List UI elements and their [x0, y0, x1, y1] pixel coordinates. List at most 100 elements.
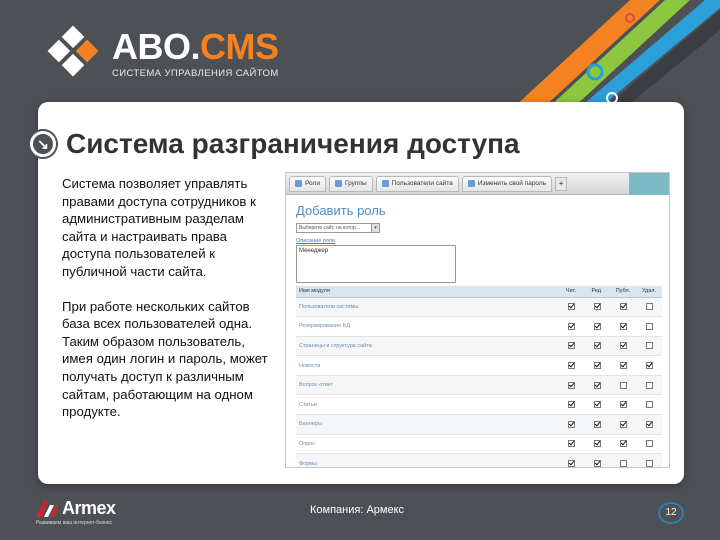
- permission-checkbox-checked[interactable]: [645, 362, 653, 370]
- permission-checkbox-unchecked[interactable]: [645, 460, 653, 467]
- table-row: Пользователи системы: [296, 297, 662, 318]
- role-name-field[interactable]: Менеджер: [296, 245, 456, 283]
- permission-cell: [610, 297, 636, 318]
- logo-title: ABO.CMS: [112, 26, 279, 67]
- permission-checkbox-checked[interactable]: [567, 342, 575, 350]
- permission-checkbox-checked[interactable]: [567, 381, 575, 389]
- role-name-label: Описание роли: [296, 238, 336, 244]
- table-row: Резервирование БД: [296, 316, 662, 337]
- tab-site-users[interactable]: Пользователи сайта: [375, 175, 459, 192]
- groups-icon: [334, 180, 342, 187]
- tab-change-password[interactable]: Изменить свой пароль: [461, 175, 553, 192]
- permission-checkbox-checked[interactable]: [593, 322, 601, 330]
- table-row: Новости: [296, 355, 662, 376]
- col-module: Имя модуля: [296, 286, 558, 298]
- permission-checkbox-unchecked[interactable]: [619, 460, 627, 467]
- module-name: Новости: [296, 355, 558, 376]
- key-icon: [467, 180, 475, 187]
- permission-cell: [636, 355, 662, 376]
- permission-checkbox-checked[interactable]: [593, 460, 601, 467]
- permission-checkbox-checked[interactable]: [619, 420, 627, 428]
- permission-cell: [584, 297, 610, 318]
- permission-cell: [584, 375, 610, 396]
- permission-cell: [636, 297, 662, 318]
- permission-checkbox-checked[interactable]: [593, 440, 601, 448]
- module-name: Вопрос-ответ: [296, 375, 558, 396]
- permission-cell: [610, 316, 636, 337]
- permissions-header-row: Имя модуля Чит. Ред. Публ. Удал.: [296, 286, 662, 298]
- permission-checkbox-unchecked[interactable]: [645, 342, 653, 350]
- table-row: Формы: [296, 453, 662, 467]
- permission-checkbox-unchecked[interactable]: [645, 440, 653, 448]
- permission-checkbox-unchecked[interactable]: [645, 401, 653, 409]
- permission-cell: [584, 355, 610, 376]
- permission-checkbox-checked[interactable]: [619, 440, 627, 448]
- permission-checkbox-checked[interactable]: [567, 440, 575, 448]
- permission-cell: [636, 336, 662, 357]
- permission-cell: [636, 453, 662, 467]
- module-name: Баннеры: [296, 414, 558, 435]
- permission-cell: [558, 316, 584, 337]
- permission-checkbox-checked[interactable]: [619, 303, 627, 311]
- permission-checkbox-checked[interactable]: [619, 342, 627, 350]
- permission-cell: [584, 434, 610, 455]
- table-row: Баннеры: [296, 414, 662, 435]
- permission-checkbox-checked[interactable]: [567, 322, 575, 330]
- logo-diamond-icon: А: [47, 25, 99, 77]
- permission-checkbox-unchecked[interactable]: [645, 322, 653, 330]
- paragraph-2: При работе нескольких сайтов база всех п…: [62, 298, 268, 420]
- permissions-table: Имя модуля Чит. Ред. Публ. Удал. Пользов…: [296, 286, 662, 467]
- armex-mark-icon: [36, 500, 58, 517]
- permission-cell: [558, 355, 584, 376]
- module-name: Опрос: [296, 434, 558, 455]
- tab-roles[interactable]: Роли: [289, 175, 326, 192]
- permission-checkbox-unchecked[interactable]: [619, 381, 627, 389]
- permission-checkbox-checked[interactable]: [567, 420, 575, 428]
- permission-checkbox-checked[interactable]: [593, 401, 601, 409]
- col-delete: Удал.: [636, 286, 662, 298]
- role-editor-screenshot: Роли Группы Пользователи сайта Изменить …: [285, 172, 670, 468]
- permission-cell: [558, 414, 584, 435]
- armex-tagline: Развиваем ваш интернет-бизнес: [36, 520, 113, 526]
- permission-cell: [558, 297, 584, 318]
- logo-subtitle: СИСТЕМА УПРАВЛЕНИЯ САЙТОМ: [112, 68, 279, 79]
- permission-checkbox-checked[interactable]: [593, 303, 601, 311]
- site-select[interactable]: Выберите сайт, на котор... ▾: [296, 223, 380, 233]
- permission-cell: [584, 394, 610, 416]
- permission-cell: [584, 453, 610, 467]
- permission-cell: [558, 394, 584, 416]
- permission-checkbox-unchecked[interactable]: [645, 303, 653, 311]
- col-publish: Публ.: [610, 286, 636, 298]
- permission-checkbox-checked[interactable]: [619, 401, 627, 409]
- permission-checkbox-checked[interactable]: [593, 342, 601, 350]
- permission-cell: [584, 316, 610, 337]
- description-text: Система позволяет управлять правами дост…: [62, 175, 272, 438]
- permission-checkbox-checked[interactable]: [645, 420, 653, 428]
- slide-title: Система разграничения доступа: [66, 128, 520, 159]
- add-tab-button[interactable]: +: [555, 176, 568, 191]
- permission-cell: [584, 336, 610, 357]
- tab-groups[interactable]: Группы: [328, 175, 373, 192]
- permission-checkbox-unchecked[interactable]: [645, 381, 653, 389]
- permission-cell: [558, 336, 584, 357]
- table-row: Статьи: [296, 394, 662, 416]
- permission-checkbox-checked[interactable]: [567, 362, 575, 370]
- permission-checkbox-checked[interactable]: [567, 401, 575, 409]
- permission-checkbox-checked[interactable]: [593, 362, 601, 370]
- page-number: 12: [658, 502, 684, 524]
- col-read: Чит.: [558, 286, 584, 298]
- permission-checkbox-checked[interactable]: [567, 303, 575, 311]
- permission-cell: [636, 434, 662, 455]
- table-row: Вопрос-ответ: [296, 375, 662, 396]
- permission-checkbox-checked[interactable]: [619, 322, 627, 330]
- permission-checkbox-checked[interactable]: [619, 362, 627, 370]
- permission-checkbox-checked[interactable]: [593, 420, 601, 428]
- table-row: Опрос: [296, 434, 662, 455]
- permission-checkbox-checked[interactable]: [567, 460, 575, 467]
- permission-cell: [584, 414, 610, 435]
- arrow-circle-icon: ↘: [30, 131, 56, 157]
- permission-cell: [610, 414, 636, 435]
- table-row: Страницы и структура сайта: [296, 336, 662, 357]
- screenshot-corner-decoration: [629, 173, 669, 195]
- permission-checkbox-checked[interactable]: [593, 381, 601, 389]
